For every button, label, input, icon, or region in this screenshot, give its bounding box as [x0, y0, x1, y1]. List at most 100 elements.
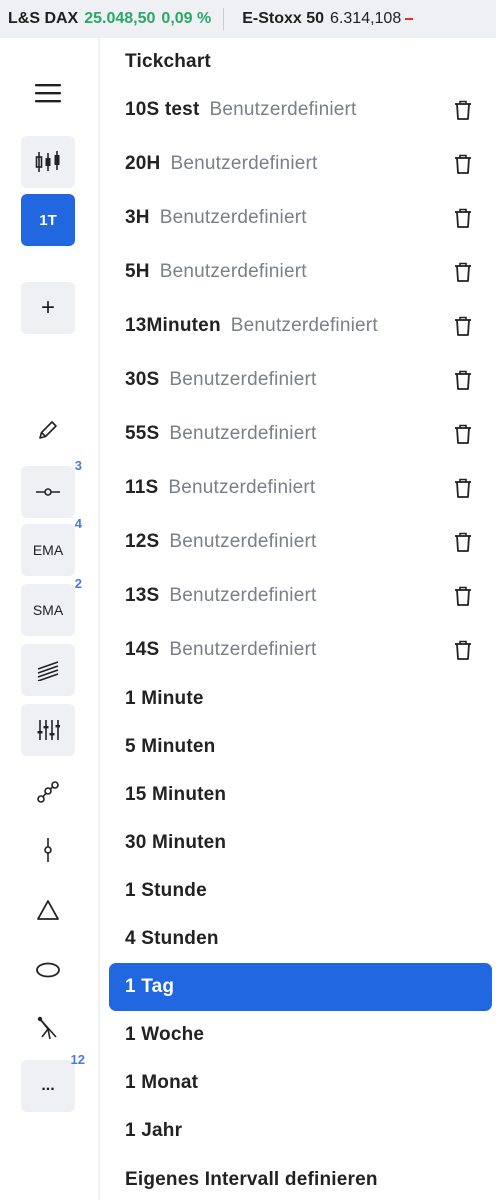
interval-item-1-year[interactable]: 1 Jahr — [104, 1107, 496, 1155]
interval-label: 3H — [125, 207, 150, 228]
trash-icon[interactable] — [453, 585, 473, 607]
hamburger-icon[interactable] — [34, 82, 62, 104]
interval-label: 5H — [125, 261, 150, 282]
vertical-line-icon — [44, 838, 52, 862]
interval-type: Benutzerdefiniert — [169, 585, 317, 606]
trash-icon[interactable] — [453, 315, 473, 337]
interval-item-1-month[interactable]: 1 Monat — [104, 1059, 496, 1107]
indicator-settings-button[interactable] — [21, 704, 75, 756]
interval-type: Benutzerdefiniert — [209, 99, 357, 120]
fibonacci-button[interactable] — [21, 644, 75, 696]
custom-interval-item[interactable]: 13S Benutzerdefiniert — [104, 572, 496, 620]
ema-button[interactable]: EMA 4 — [21, 516, 82, 576]
interval-label: 12S — [125, 531, 160, 552]
ellipse-tool-button[interactable] — [21, 944, 75, 996]
interval-type: Benutzerdefiniert — [159, 261, 307, 282]
triangle-tool-button[interactable] — [21, 884, 75, 936]
trash-icon[interactable] — [453, 153, 473, 175]
interval-label: 55S — [125, 423, 160, 444]
sliders-icon — [37, 720, 60, 740]
custom-interval-item[interactable]: 10S test Benutzerdefiniert — [104, 86, 496, 134]
interval-type: Benutzerdefiniert — [169, 639, 317, 660]
horizontal-line-icon — [36, 488, 60, 496]
chart-type-button[interactable] — [21, 136, 75, 188]
interval-item-5-minutes[interactable]: 5 Minuten — [104, 723, 496, 771]
interval-item-15-minutes[interactable]: 15 Minuten — [104, 771, 496, 819]
ellipse-icon — [36, 962, 60, 978]
menu-item-tickchart[interactable]: Tickchart — [104, 38, 496, 86]
ticker-price: 6.314,108 — [330, 10, 402, 27]
interval-label: 13Minuten — [125, 315, 221, 336]
pitchfork-tool-button[interactable] — [21, 1002, 75, 1054]
ticker-price: 25.048,50 — [84, 10, 156, 27]
trash-icon[interactable] — [453, 639, 473, 661]
count-badge: 2 — [74, 576, 82, 591]
candlestick-icon — [35, 151, 60, 172]
custom-interval-item[interactable]: 12S Benutzerdefiniert — [104, 518, 496, 566]
path-tool-button[interactable] — [21, 766, 75, 818]
custom-interval-item[interactable]: 5H Benutzerdefiniert — [104, 248, 496, 296]
interval-label: 14S — [125, 639, 160, 660]
draw-button[interactable] — [21, 404, 75, 456]
custom-interval-item[interactable]: 11S Benutzerdefiniert — [104, 464, 496, 512]
trash-icon[interactable] — [453, 369, 473, 391]
add-button[interactable]: + — [21, 282, 75, 334]
trash-icon[interactable] — [453, 261, 473, 283]
more-label: ... — [41, 1077, 55, 1094]
ticker-bar: L&S DAX 25.048,50 0,09 % E-Stoxx 50 6.31… — [0, 0, 496, 38]
interval-label: 20H — [125, 153, 161, 174]
trash-icon[interactable] — [453, 99, 473, 121]
ticker-trend-marker — [405, 18, 414, 20]
interval-item-1-minute[interactable]: 1 Minute — [104, 675, 496, 723]
interval-item-30-minutes[interactable]: 30 Minuten — [104, 819, 496, 867]
ticker-name: E-Stoxx 50 — [242, 10, 325, 27]
interval-item-1-day[interactable]: 1 Tag — [109, 963, 492, 1011]
interval-item-1-hour[interactable]: 1 Stunde — [104, 867, 496, 915]
custom-interval-item[interactable]: 30S Benutzerdefiniert — [104, 356, 496, 404]
custom-interval-item[interactable]: 20H Benutzerdefiniert — [104, 140, 496, 188]
parallel-lines-icon — [37, 661, 59, 681]
custom-interval-item[interactable]: 55S Benutzerdefiniert — [104, 410, 496, 458]
trash-icon[interactable] — [453, 477, 473, 499]
ticker-divider — [223, 8, 225, 30]
interval-type: Benutzerdefiniert — [159, 207, 307, 228]
interval-item-4-hours[interactable]: 4 Stunden — [104, 915, 496, 963]
interval-type: Benutzerdefiniert — [169, 531, 317, 552]
interval-label: 11S — [125, 477, 159, 498]
chart-toolbar: 1T + 3 EMA 4 SMA 2 ... 12 — [0, 38, 100, 1200]
interval-type: Benutzerdefiniert — [230, 315, 378, 336]
line-tool-button[interactable]: 3 — [21, 458, 82, 518]
count-badge: 3 — [74, 458, 82, 473]
ema-label: EMA — [32, 542, 64, 558]
interval-label: 13S — [125, 585, 160, 606]
path-nodes-icon — [37, 781, 59, 803]
interval-label: 30S — [125, 369, 160, 390]
custom-interval-item[interactable]: 13Minuten Benutzerdefiniert — [104, 302, 496, 350]
count-badge: 12 — [70, 1052, 85, 1067]
trash-icon[interactable] — [453, 207, 473, 229]
custom-interval-item[interactable]: 14S Benutzerdefiniert — [104, 626, 496, 674]
interval-type: Benutzerdefiniert — [169, 369, 317, 390]
interval-menu: Tickchart 10S test Benutzerdefiniert 20H… — [104, 38, 496, 1200]
ticker-item[interactable]: E-Stoxx 50 6.314,108 — [234, 10, 414, 28]
pitchfork-icon — [37, 1016, 57, 1040]
interval-item-1-week[interactable]: 1 Woche — [104, 1011, 496, 1059]
sma-button[interactable]: SMA 2 — [21, 576, 82, 636]
interval-type: Benutzerdefiniert — [170, 153, 318, 174]
interval-button[interactable]: 1T — [21, 194, 75, 246]
ticker-name: L&S DAX — [8, 10, 79, 27]
custom-interval-item[interactable]: 3H Benutzerdefiniert — [104, 194, 496, 242]
ticker-item[interactable]: L&S DAX 25.048,50 0,09 % — [0, 10, 211, 28]
define-custom-interval-item[interactable]: Eigenes Intervall definieren — [104, 1156, 496, 1200]
trash-icon[interactable] — [453, 531, 473, 553]
triangle-icon — [37, 900, 59, 920]
interval-type: Benutzerdefiniert — [168, 477, 316, 498]
vertical-line-button[interactable] — [21, 824, 75, 876]
count-badge: 4 — [74, 516, 82, 531]
interval-type: Benutzerdefiniert — [169, 423, 317, 444]
ticker-change: 0,09 % — [161, 10, 212, 27]
trash-icon[interactable] — [453, 423, 473, 445]
more-tools-button[interactable]: ... 12 — [21, 1052, 85, 1112]
pencil-icon — [39, 421, 57, 439]
sma-label: SMA — [32, 602, 64, 618]
